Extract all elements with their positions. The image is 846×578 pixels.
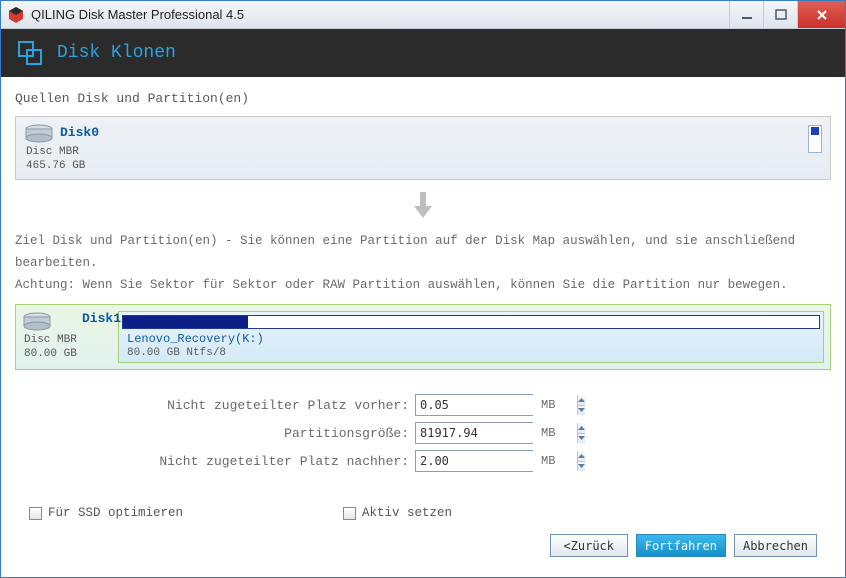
spin-down-icon[interactable] bbox=[578, 405, 585, 416]
content-area: Quellen Disk und Partition(en) Disk0 Dis… bbox=[1, 77, 845, 577]
unit-label: MB bbox=[541, 454, 555, 468]
unit-label: MB bbox=[541, 398, 555, 412]
app-icon bbox=[7, 6, 25, 24]
footer-buttons: <Zurück Fortfahren Abbrechen bbox=[15, 524, 831, 569]
app-window: QILING Disk Master Professional 4.5 Disk… bbox=[0, 0, 846, 578]
target-disk-panel[interactable]: Disk1 Disc MBR 80.00 GB Lenovo_Recovery(… bbox=[15, 304, 831, 370]
hdd-icon bbox=[24, 123, 54, 143]
spin-down-icon[interactable] bbox=[578, 433, 585, 444]
spin-down-icon[interactable] bbox=[578, 461, 585, 472]
titlebar: QILING Disk Master Professional 4.5 bbox=[1, 1, 845, 29]
page-title: Disk Klonen bbox=[57, 43, 176, 63]
unalloc-after-input[interactable] bbox=[415, 450, 533, 472]
unit-label: MB bbox=[541, 426, 555, 440]
partition-map[interactable]: Lenovo_Recovery(K:) 80.00 GB Ntfs/8 bbox=[118, 311, 824, 363]
partition-size-label: Partitionsgröße: bbox=[155, 426, 415, 441]
source-label: Quellen Disk und Partition(en) bbox=[15, 91, 831, 106]
partition-size-input[interactable] bbox=[415, 422, 533, 444]
minimize-button[interactable] bbox=[729, 1, 763, 28]
maximize-button[interactable] bbox=[763, 1, 797, 28]
partition-usage-bar[interactable] bbox=[122, 315, 820, 329]
arrow-down-icon bbox=[15, 190, 831, 224]
partition-label: Lenovo_Recovery(K:) bbox=[119, 331, 823, 347]
unalloc-before-input[interactable] bbox=[415, 394, 533, 416]
page-header: Disk Klonen bbox=[1, 29, 845, 77]
spin-up-icon[interactable] bbox=[578, 423, 585, 433]
set-active-checkbox[interactable]: Aktiv setzen bbox=[343, 506, 452, 520]
close-button[interactable] bbox=[797, 1, 845, 28]
source-disk-panel[interactable]: Disk0 Disc MBR 465.76 GB bbox=[15, 116, 831, 180]
source-checkbox[interactable] bbox=[808, 125, 822, 153]
window-title: QILING Disk Master Professional 4.5 bbox=[31, 7, 729, 22]
spin-up-icon[interactable] bbox=[578, 395, 585, 405]
back-button[interactable]: <Zurück bbox=[550, 534, 628, 557]
source-disk-name: Disk0 bbox=[60, 125, 99, 140]
continue-button[interactable]: Fortfahren bbox=[636, 534, 726, 557]
unalloc-after-label: Nicht zugeteilter Platz nachher: bbox=[155, 454, 415, 469]
ssd-optimize-checkbox[interactable]: Für SSD optimieren bbox=[29, 506, 183, 520]
partition-detail: 80.00 GB Ntfs/8 bbox=[119, 347, 823, 362]
source-disk-size: 465.76 GB bbox=[26, 159, 120, 173]
spin-up-icon[interactable] bbox=[578, 451, 585, 461]
target-disk-name: Disk1 bbox=[82, 311, 121, 326]
target-disk-type: Disc MBR bbox=[24, 333, 118, 347]
target-disk-size: 80.00 GB bbox=[24, 347, 118, 361]
target-description: Ziel Disk und Partition(en) - Sie können… bbox=[15, 230, 831, 296]
source-disk-type: Disc MBR bbox=[26, 145, 120, 159]
clone-icon bbox=[17, 40, 43, 66]
unalloc-before-label: Nicht zugeteilter Platz vorher: bbox=[155, 398, 415, 413]
cancel-button[interactable]: Abbrechen bbox=[734, 534, 817, 557]
hdd-icon bbox=[22, 311, 52, 331]
size-form: Nicht zugeteilter Platz vorher: MB Parti… bbox=[155, 394, 831, 478]
